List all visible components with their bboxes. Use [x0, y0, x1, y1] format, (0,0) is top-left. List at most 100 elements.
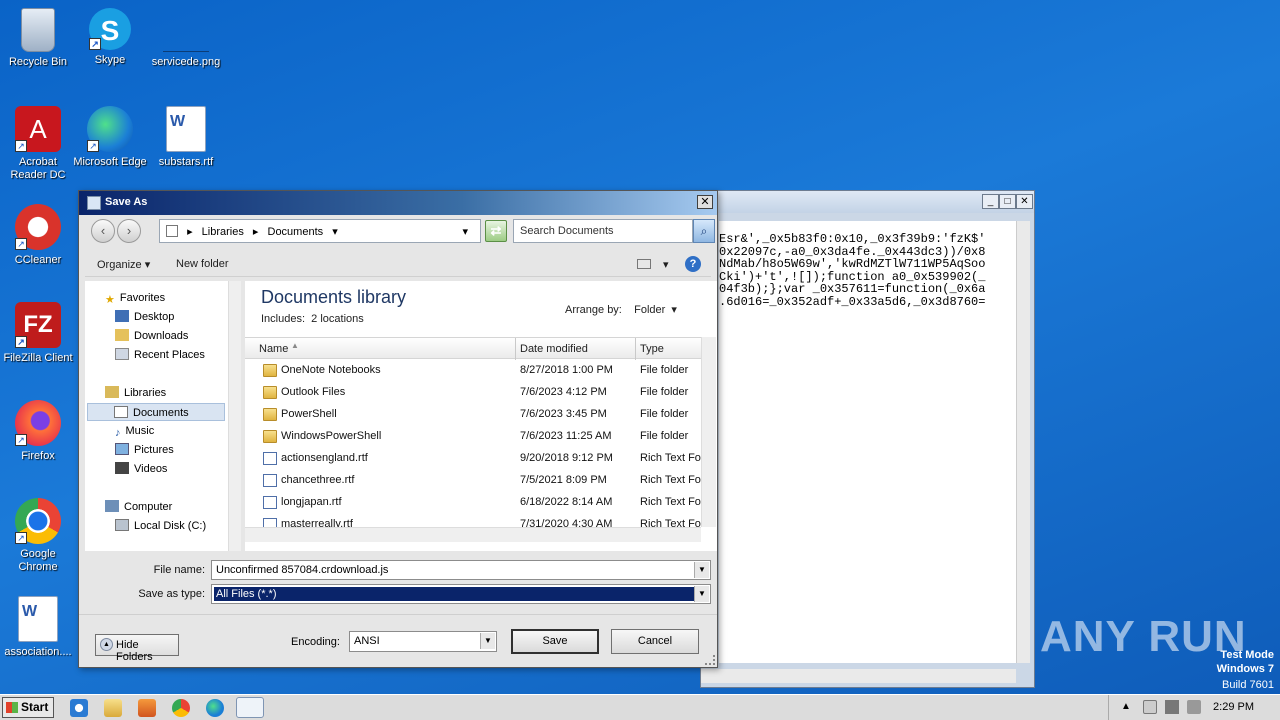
library-includes[interactable]: Includes: 2 locations: [261, 313, 364, 325]
column-type[interactable]: Type: [640, 343, 664, 355]
dialog-titlebar[interactable]: Save As ✕: [79, 191, 717, 215]
save-as-dialog[interactable]: Save As ✕ ‹ › ▸ Libraries ▸ Documents ▾ …: [78, 190, 718, 668]
navigation-pane[interactable]: ★ Favorites Desktop Downloads Recent Plac…: [85, 281, 241, 551]
nav-desktop[interactable]: Desktop: [115, 308, 174, 326]
file-type: Rich Text Fo: [640, 496, 701, 508]
encoding-value: ANSI: [354, 635, 380, 647]
column-divider[interactable]: [515, 338, 516, 360]
nav-favorites[interactable]: ★ Favorites: [105, 289, 165, 307]
desktop-icon-substars[interactable]: W substars.rtf: [148, 106, 224, 169]
save-as-type-label: Save as type:: [138, 588, 205, 600]
file-list-horizontal-scrollbar[interactable]: [245, 527, 701, 542]
volume-icon[interactable]: [1187, 700, 1201, 714]
nav-label: Pictures: [134, 444, 174, 456]
chevron-right-icon[interactable]: ▸: [187, 226, 193, 238]
nav-music[interactable]: ♪ Music: [115, 422, 154, 440]
breadcrumb-documents[interactable]: Documents: [268, 226, 324, 238]
nav-pictures[interactable]: Pictures: [115, 441, 174, 459]
rtf-document-icon: [263, 452, 277, 465]
horizontal-scrollbar[interactable]: [701, 669, 1016, 683]
internet-explorer-icon[interactable]: [70, 699, 88, 717]
arrange-by[interactable]: Arrange by: Folder ▾: [565, 303, 677, 316]
column-date-modified[interactable]: Date modified: [520, 343, 588, 355]
close-button[interactable]: ✕: [697, 195, 713, 209]
script-text-area[interactable]: Esr&',_0x5b83f0:0x10,_0x3f39b9:'fzK$' 0x2…: [719, 221, 1030, 663]
start-button[interactable]: Start: [2, 697, 54, 718]
desktop-icon-firefox[interactable]: ↗ Firefox: [0, 400, 76, 463]
desktop-icon-skype[interactable]: S ↗ Skype: [72, 8, 148, 67]
desktop-icon-ccleaner[interactable]: ↗ CCleaner: [0, 204, 76, 267]
chevron-down-icon[interactable]: ▼: [480, 633, 495, 649]
arrange-value[interactable]: Folder: [634, 304, 665, 316]
file-row[interactable]: Outlook Files 7/6/2023 4:12 PM File folder: [245, 382, 701, 404]
file-row[interactable]: longjapan.rtf 6/18/2022 8:14 AM Rich Text …: [245, 492, 701, 514]
hide-folders-button[interactable]: ▲ Hide Folders: [95, 634, 179, 663]
desktop-icon-filezilla[interactable]: FZ ↗ FileZilla Client: [0, 302, 76, 365]
nav-local-disk[interactable]: Local Disk (C:): [115, 517, 206, 535]
clock[interactable]: 2:29 PM: [1213, 701, 1254, 713]
network-icon[interactable]: [1165, 700, 1179, 714]
file-row[interactable]: OneNote Notebooks 8/27/2018 1:00 PM File f…: [245, 360, 701, 382]
includes-value[interactable]: 2 locations: [311, 313, 364, 325]
forward-button[interactable]: ›: [117, 219, 141, 243]
organize-button[interactable]: Organize ▾: [97, 258, 150, 271]
save-button[interactable]: Save: [511, 629, 599, 654]
view-dropdown-icon[interactable]: ▾: [663, 258, 669, 271]
new-folder-button[interactable]: New folder: [176, 258, 229, 270]
file-row[interactable]: chancethree.rtf 7/5/2021 8:09 PM Rich Text…: [245, 470, 701, 492]
chrome-icon[interactable]: [172, 699, 190, 717]
desktop-icon-edge[interactable]: ↗ Microsoft Edge: [72, 106, 148, 169]
search-icon[interactable]: ⌕: [693, 219, 715, 243]
desktop-icon-association[interactable]: W association....: [0, 596, 76, 659]
nav-libraries[interactable]: Libraries: [105, 384, 166, 402]
file-list-vertical-scrollbar[interactable]: [701, 337, 716, 527]
column-divider[interactable]: [635, 338, 636, 360]
chevron-down-icon[interactable]: ▾: [332, 226, 338, 238]
resize-grip[interactable]: [705, 655, 715, 665]
breadcrumb-libraries[interactable]: Libraries: [202, 226, 244, 238]
edge-icon[interactable]: [206, 699, 224, 717]
desktop-icon-servicede[interactable]: servicede.png: [148, 8, 224, 69]
word-document-icon: W: [18, 596, 58, 642]
chevron-right-icon[interactable]: ▸: [253, 226, 259, 238]
nav-recent-places[interactable]: Recent Places: [115, 346, 205, 364]
file-pane[interactable]: Documents library Includes: 2 locations …: [245, 281, 717, 551]
maximize-button[interactable]: □: [999, 194, 1016, 209]
navigation-scrollbar[interactable]: [228, 281, 241, 551]
help-icon[interactable]: ?: [685, 256, 701, 272]
file-date: 7/6/2023 4:12 PM: [520, 386, 607, 398]
desktop-icon-chrome[interactable]: ↗ Google Chrome: [0, 498, 76, 574]
close-button[interactable]: ✕: [1016, 194, 1033, 209]
file-explorer-icon[interactable]: [104, 699, 122, 717]
cancel-button[interactable]: Cancel: [611, 629, 699, 654]
chevron-down-icon[interactable]: ▼: [694, 562, 709, 578]
refresh-button[interactable]: ⇄: [485, 220, 507, 242]
nav-downloads[interactable]: Downloads: [115, 327, 188, 345]
file-name-input[interactable]: Unconfirmed 857084.crdownload.js ▼: [211, 560, 711, 580]
vertical-scrollbar[interactable]: [1016, 221, 1030, 663]
column-name[interactable]: Name: [259, 343, 288, 355]
nav-videos[interactable]: Videos: [115, 460, 167, 478]
save-as-type-select[interactable]: All Files (*.*) ▼: [211, 584, 711, 604]
file-row[interactable]: WindowsPowerShell 7/6/2023 11:25 AM File f…: [245, 426, 701, 448]
background-text-window[interactable]: _ □ ✕ Esr&',_0x5b83f0:0x10,_0x3f39b9:'fz…: [700, 190, 1035, 688]
search-input[interactable]: Search Documents: [513, 219, 693, 243]
action-center-icon[interactable]: [1143, 700, 1157, 714]
nav-computer[interactable]: Computer: [105, 498, 172, 516]
encoding-select[interactable]: ANSI ▼: [349, 631, 497, 652]
media-player-icon[interactable]: [138, 699, 156, 717]
back-button[interactable]: ‹: [91, 219, 115, 243]
address-dropdown-icon[interactable]: ▾: [462, 225, 468, 238]
desktop-icon-recycle-bin[interactable]: Recycle Bin: [0, 8, 76, 69]
view-options-icon[interactable]: [637, 259, 651, 269]
nav-documents[interactable]: Documents: [87, 403, 225, 421]
file-row[interactable]: actionsengland.rtf 9/20/2018 9:12 PM Rich …: [245, 448, 701, 470]
chevron-down-icon[interactable]: ▼: [694, 586, 709, 602]
file-row[interactable]: PowerShell 7/6/2023 3:45 PM File folder: [245, 404, 701, 426]
notepad-taskbar-button[interactable]: [236, 697, 264, 718]
desktop-icon-acrobat[interactable]: A ↗ Acrobat Reader DC: [0, 106, 76, 182]
chevron-up-icon[interactable]: ▲: [1121, 701, 1131, 712]
address-bar[interactable]: ▸ Libraries ▸ Documents ▾ ▾: [159, 219, 481, 243]
file-row[interactable]: masterreally.rtf 7/31/2020 4:30 AM Rich Te…: [245, 514, 701, 527]
minimize-button[interactable]: _: [982, 194, 999, 209]
